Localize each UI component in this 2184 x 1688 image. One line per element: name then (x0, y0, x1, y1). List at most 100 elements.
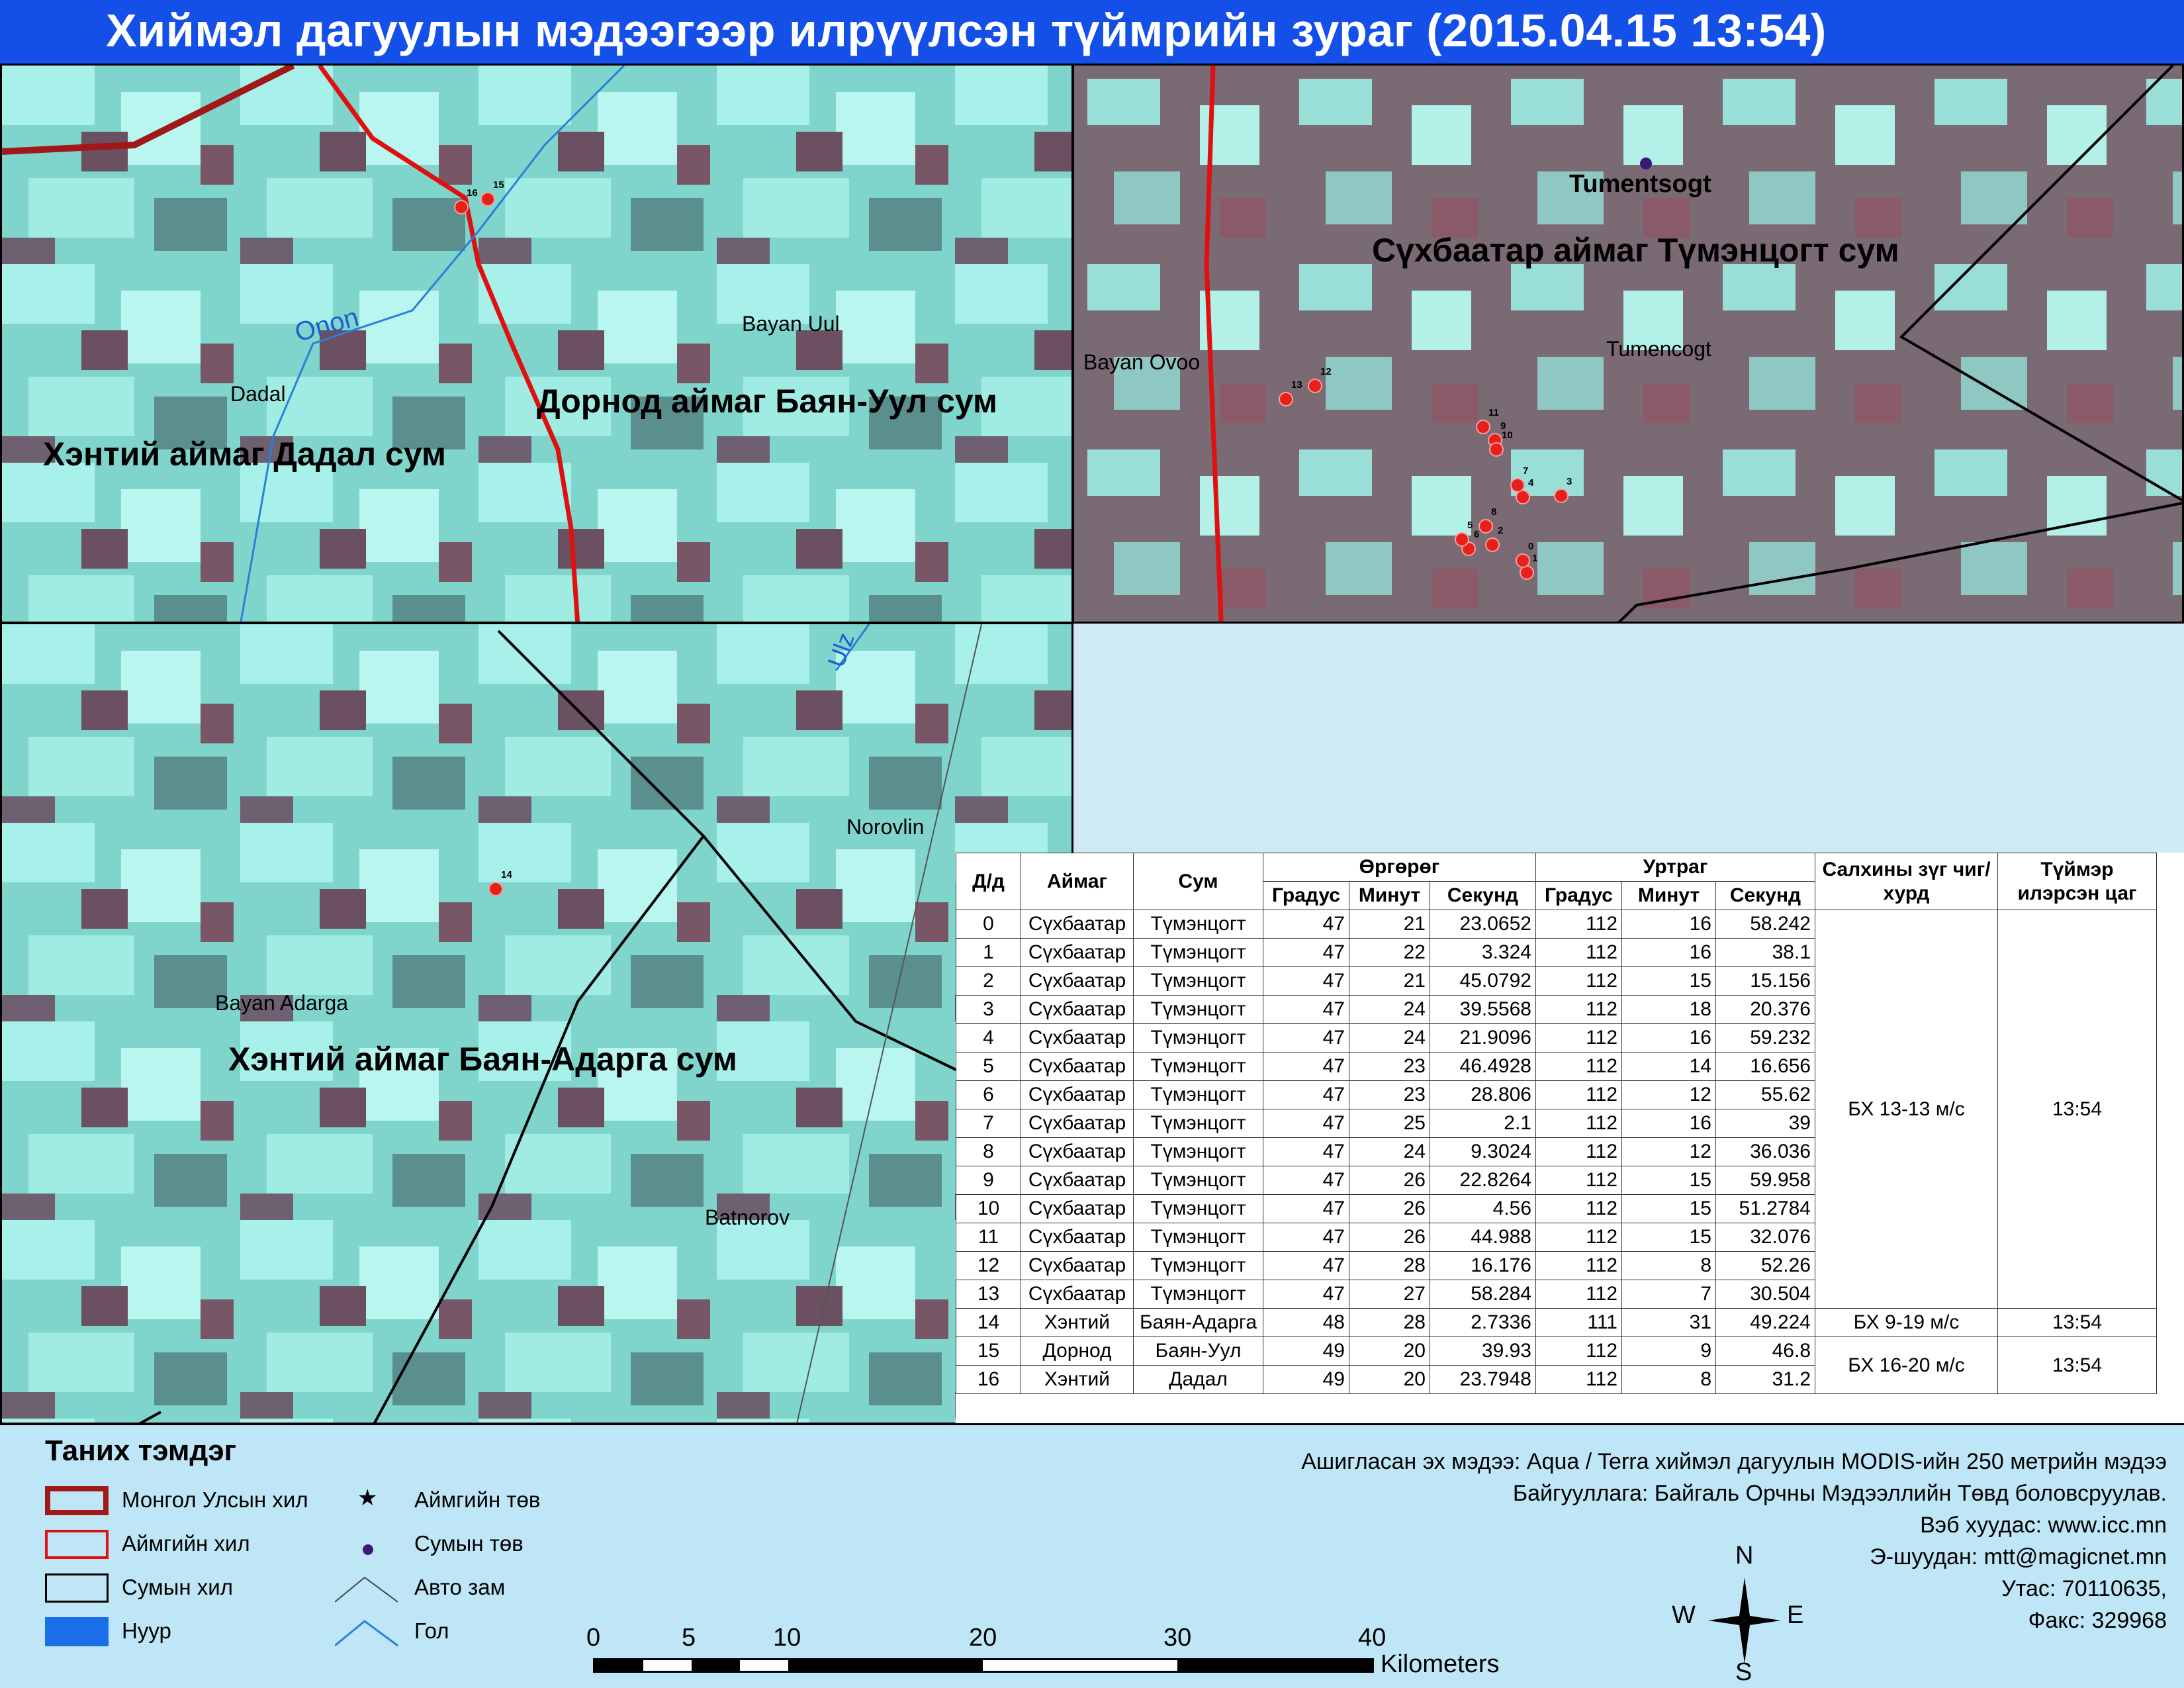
fire-number-label: 11 (1488, 407, 1499, 418)
table-cell: Түмэнцогт (1133, 1194, 1263, 1223)
scale-tick-10: 10 (773, 1624, 801, 1652)
table-cell: 25 (1349, 1109, 1430, 1138)
table-cell: 8 (1621, 1365, 1716, 1394)
table-cell: 52.26 (1715, 1251, 1815, 1280)
table-cell: 20.376 (1715, 995, 1815, 1024)
table-cell: 47 (1263, 1052, 1349, 1081)
table-cell: 31 (1621, 1308, 1716, 1337)
table-cell: 48 (1263, 1308, 1349, 1337)
table-cell: 112 (1535, 1365, 1622, 1394)
place-bayan-uul: Bayan Uul (742, 312, 840, 336)
table-cell: 47 (1263, 1109, 1349, 1138)
table-cell: 59.958 (1715, 1166, 1815, 1195)
table-cell: 112 (1535, 1336, 1622, 1366)
scale-tick-30: 30 (1163, 1624, 1192, 1652)
legend-river: Гол (414, 1618, 449, 1643)
source-line-2: Байгууллага: Байгаль Орчны Мэдээллийн Тө… (1512, 1481, 2167, 1506)
table-cell: 112 (1535, 1223, 1622, 1252)
table-cell: 11 (956, 1223, 1021, 1252)
table-cell: 16 (1621, 938, 1716, 967)
table-cell: 112 (1535, 910, 1622, 939)
table-cell: 47 (1263, 1166, 1349, 1195)
legend-title: Таних тэмдэг (45, 1434, 236, 1467)
table-cell: 15 (956, 1336, 1021, 1366)
table-cell: Сүхбаатар (1021, 1023, 1134, 1053)
table-cell: 112 (1535, 1137, 1622, 1166)
table-row: 0 Сүхбаатар Түмэнцогт 47 21 23.0652 112 16 58.24… (956, 910, 2157, 1309)
table-cell: Түмэнцогт (1133, 995, 1263, 1024)
fire-marker (480, 192, 495, 207)
table-cell: 16 (1621, 910, 1716, 939)
table-cell: 4.56 (1430, 1194, 1536, 1223)
table-cell: 16 (1621, 1109, 1716, 1138)
table-cell: Хэнтий (1021, 1308, 1134, 1337)
table-cell: 112 (1535, 1280, 1622, 1309)
north-arrow-icon (1708, 1577, 1781, 1664)
table-cell: 39.93 (1430, 1336, 1536, 1366)
place-tumencogt: Tumencogt (1606, 337, 1711, 361)
fire-marker (1516, 553, 1530, 568)
fire-number-label: 0 (1528, 541, 1534, 552)
table-cell: 15.156 (1715, 966, 1815, 996)
source-line-5: Утас: 70110635, (2001, 1576, 2167, 1601)
table-cell: 3 (956, 995, 1021, 1024)
table-cell: 112 (1535, 1194, 1622, 1223)
table-cell: 47 (1263, 1023, 1349, 1053)
place-batnorov: Batnorov (705, 1205, 790, 1229)
map-panel-tumentsogt: Сүхбаатар аймаг Түмэнцогт сум Tumentsogt… (1072, 64, 2184, 624)
wind-cell: БХ 9-19 м/с (1815, 1308, 1998, 1337)
table-cell: 26 (1349, 1223, 1430, 1252)
col-lon-sec: Секунд (1715, 881, 1815, 910)
fire-marker (1476, 420, 1490, 434)
fire-number-label: 14 (501, 869, 512, 880)
table-cell: Сүхбаатар (1021, 966, 1134, 996)
fire-number-label: 15 (493, 179, 504, 191)
table-cell: 58.242 (1715, 910, 1815, 939)
table-cell: 47 (1263, 938, 1349, 967)
sum-center-dot-icon (363, 1544, 373, 1555)
col-time: Түймэр илэрсэн цаг (1997, 853, 2157, 910)
table-cell: 24 (1349, 1023, 1430, 1053)
table-cell: Сүхбаатар (1021, 1251, 1134, 1280)
national-border-symbol (45, 1486, 109, 1515)
table-cell: 112 (1535, 1109, 1622, 1138)
table-cell: 112 (1535, 1166, 1622, 1195)
table-cell: 12 (1621, 1137, 1716, 1166)
table-cell: 9 (1621, 1336, 1716, 1366)
source-line-4: Э-шуудан: mtt@magicnet.mn (1870, 1544, 2167, 1570)
legend-national: Монгол Улсын хил (122, 1487, 308, 1512)
scale-tick-20: 20 (969, 1624, 997, 1652)
table-cell: 112 (1535, 938, 1622, 967)
table-cell: Сүхбаатар (1021, 1080, 1134, 1109)
fire-marker (1455, 532, 1469, 547)
table-cell: 31.2 (1715, 1365, 1815, 1394)
table-cell: 12 (956, 1251, 1021, 1280)
fire-number-label: 3 (1567, 476, 1572, 487)
table-cell: 15 (1621, 966, 1716, 996)
table-cell: 2.7336 (1430, 1308, 1536, 1337)
fire-marker (1308, 379, 1322, 393)
wind-cell: БХ 16-20 м/с (1815, 1336, 1998, 1394)
table-cell: 28.806 (1430, 1080, 1536, 1109)
scale-tick-5: 5 (682, 1624, 696, 1652)
wind-cell: БХ 13-13 м/с (1815, 910, 1998, 1309)
table-cell: 49 (1263, 1365, 1349, 1394)
table-cell: Сүхбаатар (1021, 1194, 1134, 1223)
table-cell: 6 (956, 1080, 1021, 1109)
table-cell: Түмэнцогт (1133, 1109, 1263, 1138)
col-lat: Өргөрөг (1263, 853, 1536, 882)
table-cell: Түмэнцогт (1133, 910, 1263, 939)
scale-unit: Kilometers (1381, 1650, 1500, 1678)
table-cell: 112 (1535, 1251, 1622, 1280)
legend-sum: Сумын хил (122, 1575, 233, 1599)
table-cell: 45.0792 (1430, 966, 1536, 996)
table-cell: 30.504 (1715, 1280, 1815, 1309)
source-line-3: Вэб хуудас: www.icc.mn (1920, 1513, 2167, 1538)
col-no: Д/д (956, 853, 1021, 910)
table-cell: 12 (1621, 1080, 1716, 1109)
table-cell: 15 (1621, 1223, 1716, 1252)
table-cell: Түмэнцогт (1133, 1023, 1263, 1053)
table-cell: 15 (1621, 1166, 1716, 1195)
legend-aimag-center: Аймгийн төв (414, 1487, 541, 1512)
table-cell: 23 (1349, 1080, 1430, 1109)
